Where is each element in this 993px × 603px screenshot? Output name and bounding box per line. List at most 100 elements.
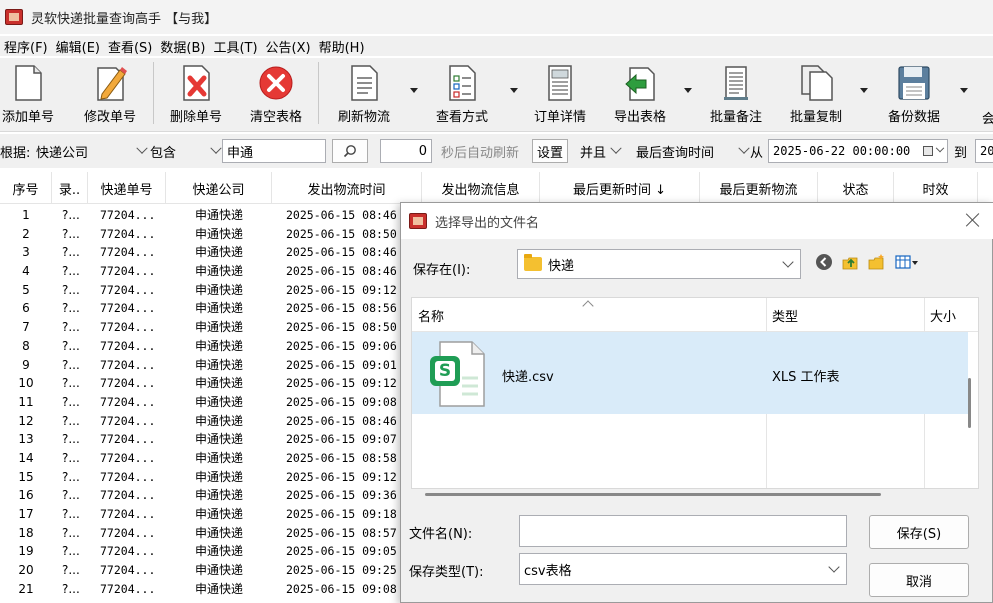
view-dropdown-arrow[interactable] (510, 88, 518, 94)
filename-input[interactable] (519, 515, 847, 547)
cell-time: 2025-06-15 09:25 (286, 563, 397, 578)
copy-dropdown-arrow[interactable] (860, 88, 868, 94)
export-dropdown-arrow[interactable] (684, 88, 692, 94)
filter-by-label: 根据: (0, 145, 31, 161)
menu-help[interactable]: 帮助(H) (315, 37, 369, 56)
col-last-update-info[interactable]: 最后更新物流 (700, 172, 818, 204)
cell-no: 77204... (100, 245, 156, 260)
cell-seq: 2 (22, 226, 30, 241)
cell-time: 2025-06-15 08:46 (286, 208, 397, 222)
cell-seq: 10 (18, 376, 34, 391)
calendar-icon[interactable] (923, 146, 933, 156)
cell-no: 77204... (100, 357, 156, 372)
edit-pencil-icon (92, 64, 128, 102)
cell-flag: ?... (62, 432, 80, 447)
settings-button[interactable]: 设置 (532, 139, 568, 163)
backup-data-button[interactable]: 备份数据 (882, 60, 946, 128)
export-green-arrow-icon (622, 64, 658, 102)
cell-seq: 21 (18, 581, 34, 596)
delete-number-button[interactable]: 删除单号 (164, 60, 228, 128)
cell-time: 2025-06-15 08:46 (286, 264, 397, 279)
time-field-select[interactable]: 最后查询时间 (636, 139, 750, 163)
cell-flag: ?... (62, 525, 80, 540)
file-row-selected[interactable]: S 快递.csv XLS 工作表 (412, 332, 968, 414)
menu-program[interactable]: 程序(F) (0, 37, 52, 56)
cell-no: 77204... (100, 581, 156, 596)
back-icon[interactable] (815, 253, 833, 271)
dialog-title: 选择导出的文件名 (435, 215, 540, 231)
cell-time: 2025-06-15 09:05 (286, 544, 397, 559)
filetype-select[interactable]: csv表格 (519, 553, 847, 585)
menu-view[interactable]: 查看(S) (104, 37, 156, 56)
search-button[interactable] (332, 139, 368, 163)
logic-select[interactable]: 并且 (580, 139, 628, 163)
batch-copy-button[interactable]: 批量复制 (784, 60, 848, 128)
new-folder-icon[interactable] (867, 253, 885, 271)
filter-value-input[interactable]: 申通 (222, 139, 326, 163)
backup-dropdown-arrow[interactable] (960, 88, 968, 94)
cell-no: 77204... (100, 301, 156, 316)
view-mode-button[interactable]: 查看方式 (430, 60, 494, 128)
col-send-info[interactable]: 发出物流信息 (422, 172, 540, 204)
col-status[interactable]: 状态 (818, 172, 894, 204)
toolbar: 添加单号 修改单号 删除单号 清空表格 刷新物流 查看方式 订单详情 导出表格 … (0, 58, 993, 132)
cell-flag: ?... (62, 376, 80, 391)
cell-seq: 12 (18, 413, 34, 428)
refresh-dropdown-arrow[interactable] (410, 88, 418, 94)
col-company[interactable]: 快递公司 (166, 172, 272, 204)
more-toolbar-label[interactable]: 会 (982, 108, 993, 127)
cell-flag: ?... (62, 208, 80, 222)
add-number-button[interactable]: 添加单号 (0, 60, 60, 128)
cell-time: 2025-06-15 09:12 (286, 469, 397, 484)
horizontal-scrollbar[interactable] (425, 493, 881, 496)
cell-company: 申通快递 (194, 338, 243, 353)
cell-company: 申通快递 (194, 208, 243, 222)
cell-flag: ?... (62, 507, 80, 521)
floppy-disk-icon (896, 64, 932, 102)
from-date-picker[interactable]: 2025-06-22 00:00:00 (768, 139, 948, 163)
col-last-update-time[interactable]: 最后更新时间 ↓ (540, 172, 700, 204)
col-seq[interactable]: 序号 (0, 172, 52, 204)
save-in-select[interactable]: 快递 (517, 249, 801, 279)
cell-seq: 16 (18, 488, 34, 503)
refresh-logistics-button[interactable]: 刷新物流 (332, 60, 396, 128)
filter-operator-select[interactable]: 包含 (150, 139, 222, 163)
close-icon[interactable] (966, 213, 980, 227)
filter-field-select[interactable]: 快递公司 (36, 139, 148, 163)
cell-no: 77204... (100, 544, 156, 559)
cell-flag: ?... (62, 469, 80, 484)
col-send-time[interactable]: 发出物流时间 (272, 172, 422, 204)
edit-number-button[interactable]: 修改单号 (78, 60, 142, 128)
cell-company: 申通快递 (194, 245, 243, 260)
batch-note-button[interactable]: 批量备注 (704, 60, 768, 128)
col-file-size[interactable]: 大小 (924, 298, 978, 332)
cell-no: 77204... (100, 208, 156, 222)
toolbar-separator (318, 62, 319, 124)
vertical-scrollbar[interactable] (968, 378, 971, 428)
menu-edit[interactable]: 编辑(E) (52, 37, 104, 56)
save-button[interactable]: 保存(S) (869, 515, 969, 549)
cell-company: 申通快递 (194, 226, 243, 241)
order-detail-button[interactable]: 订单详情 (528, 60, 592, 128)
col-file-type[interactable]: 类型 (766, 298, 924, 332)
cell-company: 申通快递 (194, 469, 243, 484)
col-flag[interactable]: 录.. (52, 172, 88, 204)
cancel-button[interactable]: 取消 (869, 563, 969, 597)
menu-notice[interactable]: 公告(X) (262, 37, 315, 56)
refresh-seconds-input[interactable]: 0 (380, 139, 432, 163)
table-header: 序号 录.. 快递单号 快递公司 发出物流时间 发出物流信息 最后更新时间 ↓ … (0, 172, 993, 204)
clear-table-button[interactable]: 清空表格 (244, 60, 308, 128)
cell-time: 2025-06-15 08:57 (286, 525, 397, 540)
view-menu-icon[interactable] (895, 253, 919, 271)
menu-data[interactable]: 数据(B) (156, 37, 209, 56)
file-type: XLS 工作表 (772, 370, 840, 385)
from-label: 从 (750, 145, 764, 161)
export-table-button[interactable]: 导出表格 (608, 60, 672, 128)
col-timeliness[interactable]: 时效 (894, 172, 978, 204)
menu-tools[interactable]: 工具(T) (209, 37, 261, 56)
up-folder-icon[interactable] (841, 253, 859, 271)
title-bar: 灵软快递批量查询高手 【与我】 (0, 0, 993, 34)
col-tracking-no[interactable]: 快递单号 (88, 172, 166, 204)
to-date-picker[interactable]: 20 (975, 139, 993, 163)
file-list: 名称 类型 大小 S 快递.csv XLS 工作表 (411, 297, 979, 489)
